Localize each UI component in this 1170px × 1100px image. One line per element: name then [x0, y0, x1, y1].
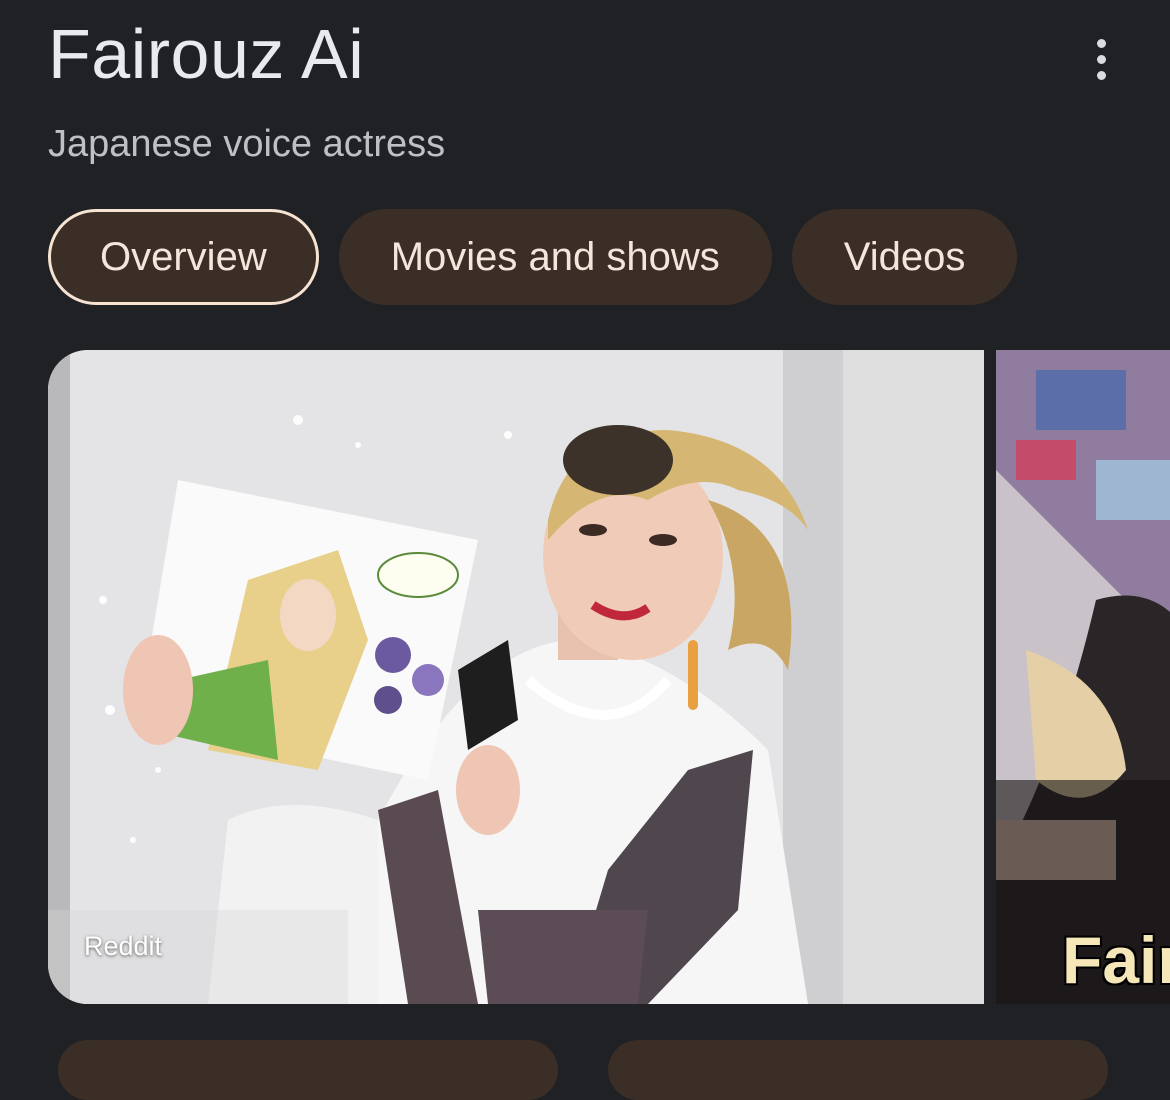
photo-image — [996, 350, 1170, 1004]
more-vert-icon-dot — [1096, 54, 1106, 64]
chip-partial[interactable] — [608, 1040, 1108, 1100]
tab-bar: Overview Movies and shows Videos — [48, 209, 1018, 305]
image-carousel[interactable]: Reddit Fair — [48, 350, 1170, 1004]
image-card[interactable]: Reddit — [48, 350, 984, 1004]
image-source-label: Reddit — [84, 931, 163, 961]
photo-image — [48, 350, 984, 1004]
more-vert-icon-dot — [1096, 70, 1106, 80]
chip-partial[interactable] — [58, 1040, 558, 1100]
page-title: Fairouz Ai — [48, 15, 365, 93]
tab-videos[interactable]: Videos — [791, 209, 1018, 305]
more-vert-icon — [1096, 38, 1106, 48]
tab-overview[interactable]: Overview — [48, 209, 319, 305]
more-options-button[interactable] — [1080, 34, 1122, 84]
entity-subtitle: Japanese voice actress — [48, 123, 446, 165]
tab-movies-and-shows[interactable]: Movies and shows — [338, 209, 772, 305]
image-caption: Fair — [1062, 923, 1170, 997]
image-card[interactable]: Fair — [996, 350, 1170, 1004]
